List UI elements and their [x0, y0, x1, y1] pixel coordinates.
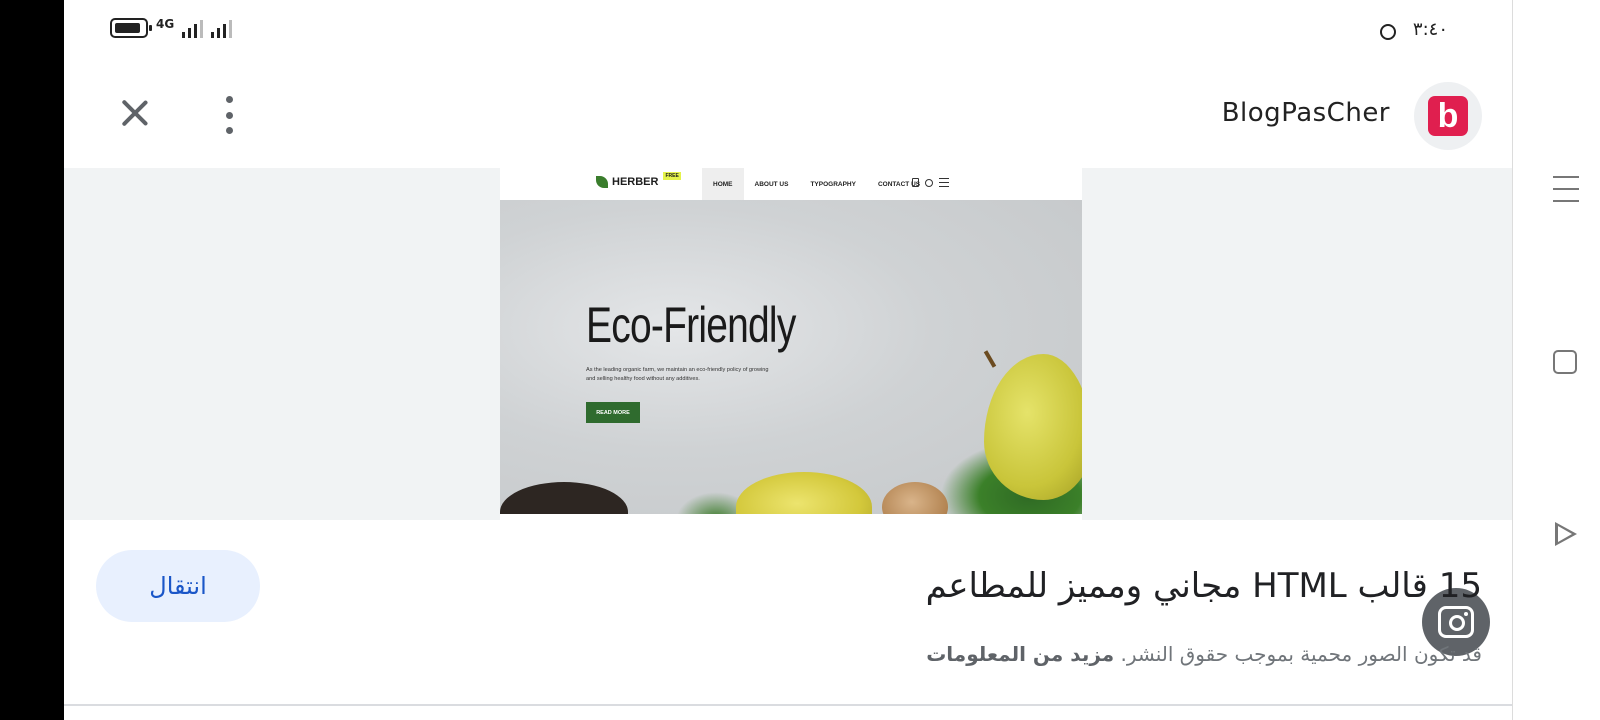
device-screen: 4G ٣:٤٠ BlogPasCher b HERBER FREE HOME A… — [0, 0, 1600, 720]
preview-hero-button: READ MORE — [586, 402, 640, 423]
torn-edge — [500, 514, 1082, 520]
preview-brand-badge: FREE — [663, 172, 681, 180]
image-preview-area: HERBER FREE HOME ABOUT US TYPOGRAPHY CON… — [64, 168, 1512, 656]
learn-more-link[interactable]: مزيد من المعلومات — [926, 642, 1114, 666]
preview-nav-icons — [912, 178, 949, 187]
preview-hero-title: Eco-Friendly — [586, 297, 796, 353]
status-time: ٣:٤٠ — [1412, 18, 1448, 40]
preview-brand: HERBER — [612, 176, 659, 188]
preview-navbar: HERBER FREE HOME ABOUT US TYPOGRAPHY CON… — [500, 168, 1082, 200]
status-indicators: 4G — [110, 17, 233, 38]
signal-icon — [182, 18, 204, 38]
status-clock-area: ٣:٤٠ — [1377, 18, 1448, 40]
alarm-icon — [1377, 18, 1397, 40]
pear-illustration-2 — [736, 472, 872, 520]
pear-illustration — [984, 354, 1082, 500]
system-nav-bar — [1512, 0, 1600, 720]
close-icon[interactable] — [118, 96, 152, 130]
preview-menu-item: ABOUT US — [754, 180, 789, 188]
preview-hero: Eco-Friendly As the leading organic farm… — [500, 200, 1082, 520]
preview-image[interactable]: HERBER FREE HOME ABOUT US TYPOGRAPHY CON… — [500, 168, 1082, 520]
bag-icon — [912, 178, 919, 187]
preview-hero-text: As the leading organic farm, we maintain… — [586, 367, 769, 382]
preview-menu-item: TYPOGRAPHY — [810, 180, 856, 188]
visit-button[interactable]: انتقال — [96, 550, 260, 622]
pear-stem — [983, 350, 997, 368]
search-icon — [925, 178, 933, 187]
battery-icon — [110, 18, 152, 38]
site-logo[interactable]: b — [1414, 82, 1482, 150]
more-vert-icon[interactable] — [222, 96, 236, 134]
image-viewer-panel: 4G ٣:٤٠ BlogPasCher b HERBER FREE HOME A… — [64, 0, 1512, 720]
left-edge — [0, 0, 64, 720]
preview-menu-item: HOME — [702, 168, 744, 200]
back-icon[interactable] — [1555, 522, 1577, 546]
preview-menu: HOME ABOUT US TYPOGRAPHY CONTACT US — [702, 168, 931, 200]
network-type: 4G — [156, 17, 175, 31]
site-logo-letter: b — [1428, 96, 1468, 136]
copyright-text: قد تكون الصور محمية بموجب حقوق النشر. — [1120, 642, 1482, 666]
menu-icon — [939, 178, 949, 187]
result-title[interactable]: 15 قالب HTML مجاني ومميز للمطاعم — [926, 566, 1482, 606]
recents-icon[interactable] — [1553, 176, 1579, 202]
divider — [64, 704, 1512, 706]
site-name[interactable]: BlogPasCher — [1222, 98, 1390, 128]
home-icon[interactable] — [1553, 350, 1577, 374]
signal-icon-2 — [211, 18, 233, 38]
preview-logo: HERBER FREE — [596, 172, 681, 188]
leaf-icon — [596, 176, 608, 188]
copyright-note: قد تكون الصور محمية بموجب حقوق النشر. مز… — [926, 642, 1482, 666]
